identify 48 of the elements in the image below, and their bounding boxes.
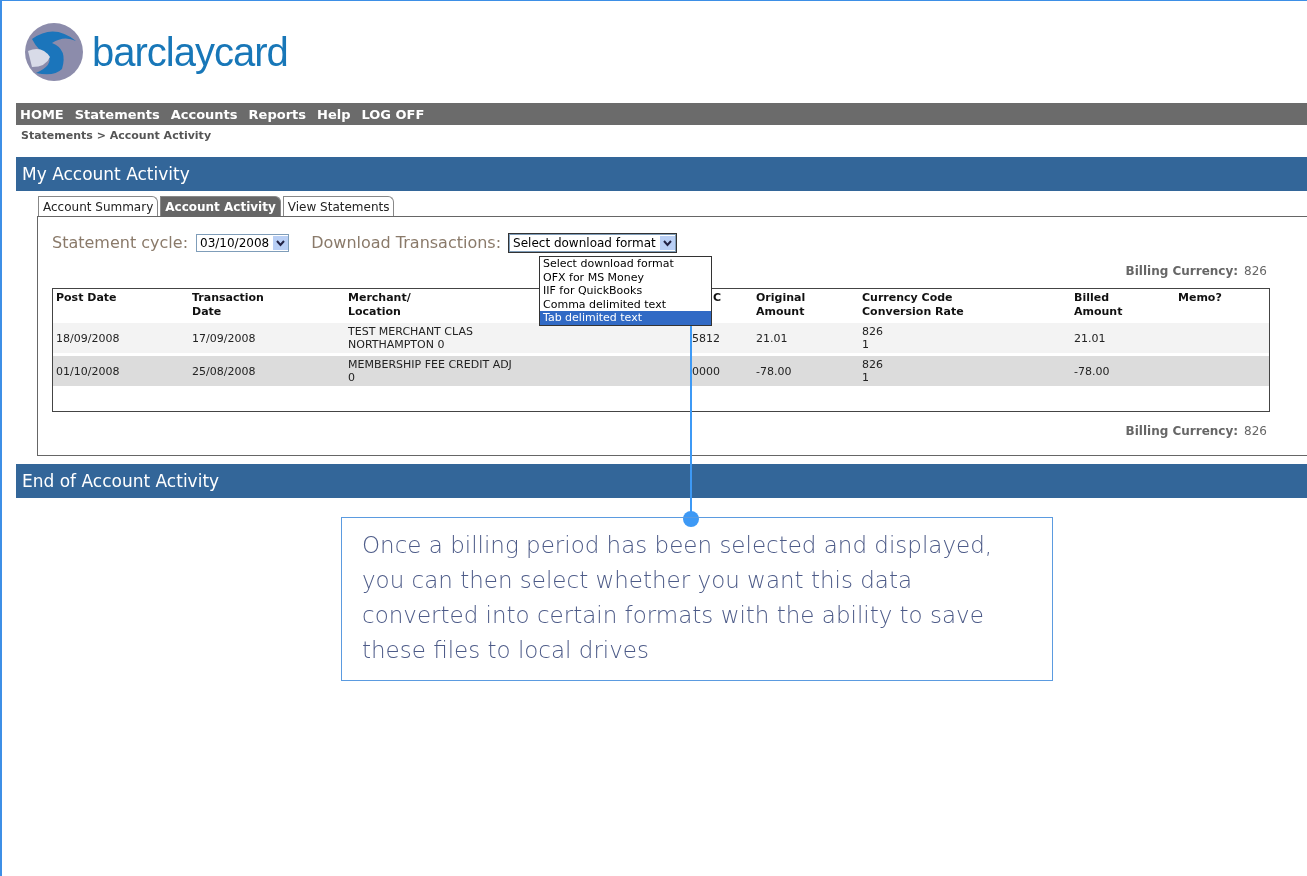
table-cell: 18/09/2008	[56, 331, 120, 345]
nav-link[interactable]: Help	[317, 106, 351, 122]
nav-link[interactable]: LOG OFF	[361, 106, 425, 122]
table-cell: 826 1	[862, 358, 883, 384]
footer-title: End of Account Activity	[16, 464, 1307, 498]
table-cell: 0000	[692, 364, 720, 378]
download-format-select[interactable]: Select download format	[509, 233, 676, 252]
tab[interactable]: Account Summary	[38, 196, 159, 216]
dropdown-option[interactable]: Tab delimited text	[540, 311, 711, 325]
breadcrumb: Statements > Account Activity	[20, 128, 213, 144]
statement-cycle-select[interactable]: 03/10/2008	[196, 233, 290, 252]
table-cell: MEMBERSHIP FEE CREDIT ADJ 0	[348, 358, 512, 384]
billing-currency-value: 826	[1244, 264, 1267, 278]
column-header: C	[713, 291, 722, 305]
billing-currency-value: 826	[1244, 424, 1267, 438]
table-cell: 17/09/2008	[192, 331, 256, 345]
callout-text: Once a billing period has been selected and displayed, you can then select whether you want this data converted into certain formats with the ability to save these files to local drives	[341, 517, 1053, 681]
table-cell: 826 1	[862, 325, 883, 351]
column-header: Merchant/ Location	[348, 291, 411, 319]
statement-cycle-label: Statement cycle:	[52, 233, 189, 252]
tab[interactable]: View Statements	[282, 196, 395, 216]
nav-link[interactable]: Reports	[248, 106, 306, 122]
tab[interactable]: Account Activity	[160, 196, 281, 216]
table-cell: 5812	[692, 331, 720, 345]
column-header: Memo?	[1178, 291, 1222, 305]
nav-link[interactable]: Accounts	[170, 106, 238, 122]
table-cell: -78.00	[756, 364, 792, 378]
billing-currency-label: Billing Currency:	[1125, 264, 1239, 278]
nav-link[interactable]: Statements	[74, 106, 160, 122]
download-label: Download Transactions:	[311, 233, 502, 252]
table-cell: TEST MERCHANT CLAS NORTHAMPTON 0	[348, 325, 473, 351]
logo-icon	[24, 21, 84, 83]
column-header: Billed Amount	[1074, 291, 1123, 319]
table-cell: 21.01	[1074, 331, 1106, 345]
table-cell: 01/10/2008	[56, 364, 120, 378]
logo-text: barclaycard	[92, 29, 288, 75]
table-cell: 25/08/2008	[192, 364, 256, 378]
table-cell: 21.01	[756, 331, 788, 345]
column-header: Original Amount	[756, 291, 806, 319]
caret-icon	[659, 235, 675, 250]
column-header: Post Date	[56, 291, 117, 305]
table-cell: -78.00	[1074, 364, 1110, 378]
page-title: My Account Activity	[16, 157, 1307, 191]
caret-icon	[273, 235, 289, 250]
nav-link[interactable]: HOME	[20, 106, 64, 122]
column-header: Currency Code Conversion Rate	[862, 291, 964, 319]
billing-currency-label: Billing Currency:	[1125, 424, 1239, 438]
column-header: Transaction Date	[192, 291, 264, 319]
